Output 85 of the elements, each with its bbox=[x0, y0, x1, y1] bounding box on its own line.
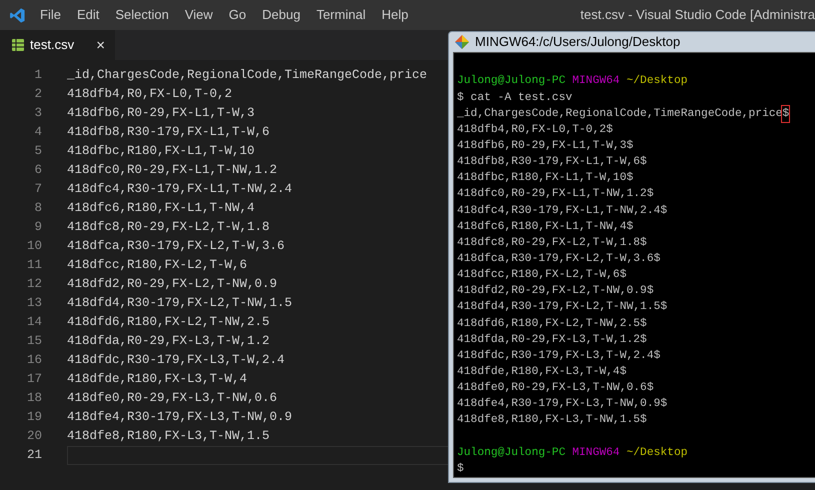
code-line: 418dfb4,R0,FX-L0,T-0,2 bbox=[67, 86, 232, 104]
code-line: 418dfd4,R30-179,FX-L2,T-NW,1.5 bbox=[67, 295, 292, 312]
terminal-line: 418dfcc,R180,FX-L2,T-W,6$ bbox=[457, 268, 626, 284]
code-line: 418dfd6,R180,FX-L2,T-NW,2.5 bbox=[67, 314, 270, 332]
prompt-path: ~/Desktop bbox=[626, 446, 688, 461]
terminal-line: 418dfb8,R30-179,FX-L1,T-W,6$ bbox=[457, 154, 647, 170]
terminal-line: 418dfd6,R180,FX-L2,T-NW,2.5$ bbox=[457, 316, 647, 332]
line-number: 17 bbox=[26, 371, 42, 388]
terminal-line: 418dfd4,R30-179,FX-L2,T-NW,1.5$ bbox=[457, 300, 668, 316]
terminal-line: 418dfb6,R0-29,FX-L1,T-W,3$ bbox=[457, 138, 634, 154]
line-number: 11 bbox=[26, 257, 42, 274]
code-line: 418dfcc,R180,FX-L2,T-W,6 bbox=[67, 257, 248, 274]
line-number: 15 bbox=[26, 333, 42, 350]
code-line: 418dfdc,R30-179,FX-L3,T-W,2.4 bbox=[67, 352, 285, 370]
prompt-user: Julong@Julong-PC bbox=[457, 74, 566, 90]
code-line: 418dfde,R180,FX-L3,T-W,4 bbox=[67, 371, 248, 388]
code-line: 418dfc0,R0-29,FX-L1,T-NW,1.2 bbox=[67, 162, 278, 180]
terminal-line: 418dfb4,R0,FX-L0,T-0,2$ bbox=[457, 122, 613, 138]
code-line: 418dfe0,R0-29,FX-L3,T-NW,0.6 bbox=[67, 390, 278, 408]
code-line: 418dfc6,R180,FX-L1,T-NW,4 bbox=[67, 200, 255, 218]
line-number: 14 bbox=[26, 314, 42, 332]
prompt-path: ~/Desktop bbox=[626, 74, 688, 90]
line-number: 19 bbox=[26, 409, 42, 426]
menu-item[interactable]: Debug bbox=[262, 5, 300, 25]
menu-item[interactable]: View bbox=[184, 5, 213, 25]
line-number: 8 bbox=[33, 200, 42, 218]
terminal-line: 418dfc8,R0-29,FX-L2,T-W,1.8$ bbox=[457, 236, 647, 251]
menu-item[interactable]: Selection bbox=[115, 5, 169, 25]
terminal-line: _id,ChargesCode,RegionalCode,TimeRangeCode,price bbox=[457, 106, 782, 122]
code-line: 418dfda,R0-29,FX-L3,T-W,1.2 bbox=[67, 333, 270, 350]
line-number: 7 bbox=[33, 181, 42, 198]
code-line: 418dfb8,R30-179,FX-L1,T-W,6 bbox=[67, 124, 270, 142]
line-number: 10 bbox=[26, 238, 42, 256]
close-icon[interactable]: × bbox=[96, 38, 105, 52]
terminal-line: 418dfe0,R0-29,FX-L3,T-NW,0.6$ bbox=[457, 380, 654, 396]
line-number: 4 bbox=[33, 124, 42, 142]
line-number: 20 bbox=[26, 428, 42, 446]
code-line: 418dfb6,R0-29,FX-L1,T-W,3 bbox=[67, 105, 255, 122]
menu-item[interactable]: Help bbox=[382, 5, 408, 25]
code-line: _id,ChargesCode,RegionalCode,TimeRangeCode,price bbox=[67, 67, 428, 84]
terminal-line: 418dfde,R180,FX-L3,T-W,4$ bbox=[457, 364, 626, 380]
file-tab[interactable]: test.csv × bbox=[0, 30, 115, 60]
code-line: 418dfc8,R0-29,FX-L2,T-W,1.8 bbox=[67, 219, 270, 236]
line-number: 12 bbox=[26, 276, 42, 294]
code-line: 418dfca,R30-179,FX-L2,T-W,3.6 bbox=[67, 238, 285, 256]
terminal-line: 418dfda,R0-29,FX-L3,T-W,1.2$ bbox=[457, 332, 647, 348]
menu-item[interactable]: Edit bbox=[76, 5, 100, 25]
terminal-line: 418dfc4,R30-179,FX-L1,T-NW,2.4$ bbox=[457, 204, 668, 219]
line-number: 2 bbox=[33, 86, 42, 104]
terminal-line: 418dfe4,R30-179,FX-L3,T-NW,0.9$ bbox=[457, 396, 668, 412]
line-number: 3 bbox=[33, 105, 42, 122]
terminal-line: 418dfc0,R0-29,FX-L1,T-NW,1.2$ bbox=[457, 186, 654, 202]
line-number: 6 bbox=[33, 162, 42, 180]
menu-item[interactable]: Terminal bbox=[316, 5, 366, 25]
terminal-line: 418dfe8,R180,FX-L3,T-NW,1.5$ bbox=[457, 412, 647, 428]
line-number: 9 bbox=[33, 219, 42, 236]
terminal-line: $ cat -A test.csv bbox=[457, 90, 572, 106]
line-number: 16 bbox=[26, 352, 42, 370]
line-number: 13 bbox=[26, 295, 42, 312]
terminal-line: 418dfca,R30-179,FX-L2,T-W,3.6$ bbox=[457, 252, 660, 268]
terminal-line: 418dfd2,R0-29,FX-L2,T-NW,0.9$ bbox=[457, 284, 654, 300]
window-title: test.csv - Visual Studio Code [Administra bbox=[579, 6, 815, 24]
line-number: 1 bbox=[33, 67, 42, 84]
terminal-line: 418dfdc,R30-179,FX-L3,T-W,2.4$ bbox=[457, 348, 660, 364]
code-line: 418dfbc,R180,FX-L1,T-W,10 bbox=[67, 143, 255, 160]
menu-item[interactable]: Go bbox=[228, 5, 246, 25]
code-line: 418dfe4,R30-179,FX-L3,T-NW,0.9 bbox=[67, 409, 292, 426]
line-number: 18 bbox=[26, 390, 42, 408]
prompt-system: MINGW64 bbox=[572, 446, 620, 461]
prompt-system: MINGW64 bbox=[572, 74, 620, 90]
menu-item[interactable]: File bbox=[40, 5, 61, 25]
terminal-line: $ bbox=[457, 462, 464, 477]
diamond-logo-icon bbox=[455, 35, 469, 50]
app-logo-icon bbox=[9, 6, 26, 24]
window-title: MINGW64:/c/Users/Julong/Desktop bbox=[475, 33, 680, 52]
tab-label: test.csv bbox=[30, 36, 74, 54]
prompt-user: Julong@Julong-PC bbox=[457, 446, 566, 461]
line-number: 21 bbox=[26, 447, 42, 464]
terminal-line: 418dfbc,R180,FX-L1,T-W,10$ bbox=[457, 170, 634, 186]
line-number: 5 bbox=[33, 143, 42, 160]
spreadsheet-icon bbox=[12, 39, 24, 51]
code-line: 418dfe8,R180,FX-L3,T-NW,1.5 bbox=[67, 428, 270, 446]
code-line: 418dfd2,R0-29,FX-L2,T-NW,0.9 bbox=[67, 276, 278, 294]
code-line: 418dfc4,R30-179,FX-L1,T-NW,2.4 bbox=[67, 181, 292, 198]
terminal-line: 418dfc6,R180,FX-L1,T-NW,4$ bbox=[457, 220, 634, 235]
